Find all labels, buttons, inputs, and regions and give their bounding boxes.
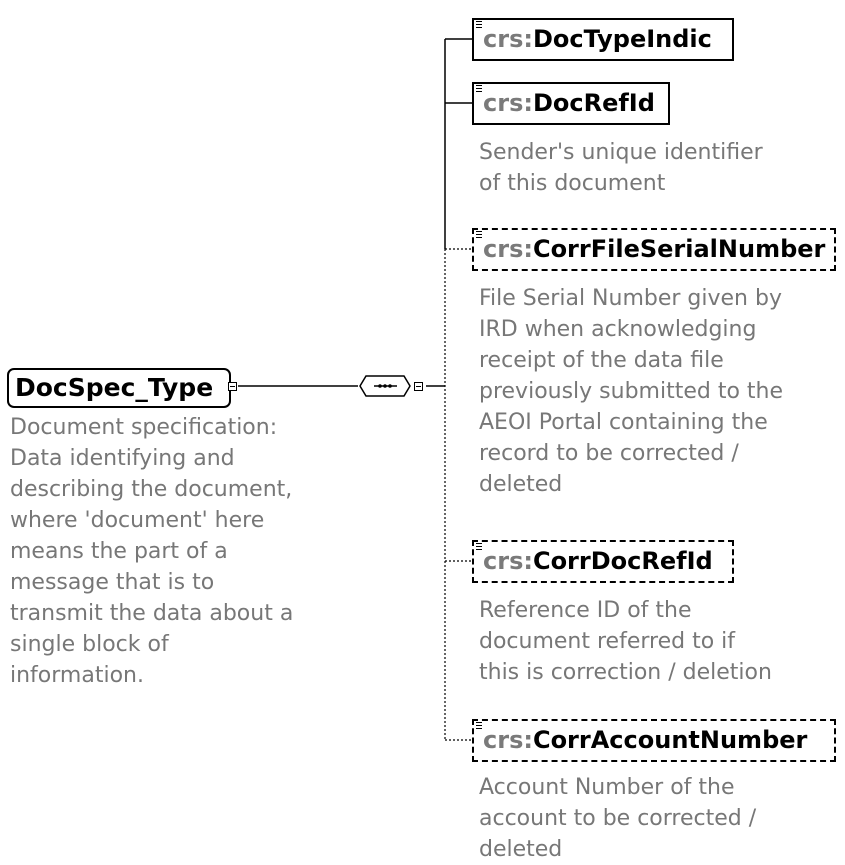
root-description: Document specification: Data identifying… [10,415,294,688]
namespace-prefix: crs: [483,547,533,575]
element-marker-icon [476,85,482,92]
element-name: CorrDocRefId [532,547,713,575]
element-description: Sender's unique identifier of this docum… [479,140,763,196]
element-name: DocRefId [532,89,655,117]
sequence-compositor-icon [359,375,411,397]
element-marker-icon [476,231,482,238]
namespace-prefix: crs: [483,235,533,263]
namespace-prefix: crs: [483,726,533,754]
element-marker-icon [476,722,482,729]
element-corrdocrefid[interactable]: crs:CorrDocRefId [472,540,734,583]
element-name: CorrAccountNumber [532,726,808,754]
sequence-expand-toggle[interactable] [414,382,423,391]
element-description: Reference ID of the document referred to… [479,598,772,685]
root-element-name: DocSpec_Type [15,373,214,402]
element-description: Account Number of the account to be corr… [479,775,757,862]
namespace-prefix: crs: [483,25,533,53]
element-doctypeindic[interactable]: crs:DocTypeIndic [472,18,738,65]
root-expand-toggle[interactable] [228,382,237,391]
element-corrfileserialnumber[interactable]: crs:CorrFileSerialNumber [472,228,836,271]
element-name: CorrFileSerialNumber [532,235,826,263]
element-corraccountnumber[interactable]: crs:CorrAccountNumber [472,719,836,762]
root-element-box[interactable]: DocSpec_Type [7,368,231,408]
element-docrefid[interactable]: crs:DocRefId [472,82,674,129]
namespace-prefix: crs: [483,89,533,117]
element-name: DocTypeIndic [532,25,712,53]
element-marker-icon [476,21,482,28]
element-marker-icon [476,543,482,550]
element-description: File Serial Number given by IRD when ack… [479,286,784,497]
